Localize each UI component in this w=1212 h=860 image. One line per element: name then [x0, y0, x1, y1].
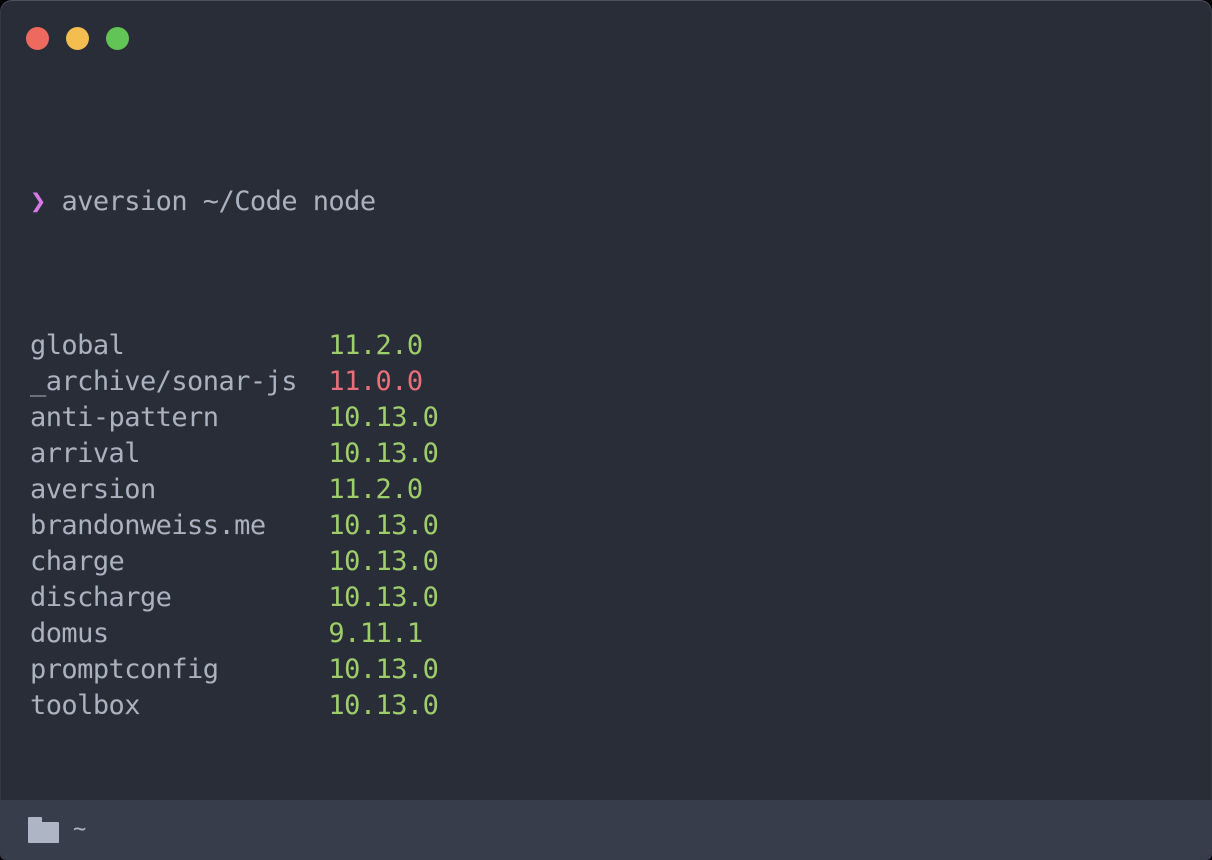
package-name: aversion: [30, 474, 329, 505]
prompt-symbol-icon: ❯: [30, 186, 46, 217]
node-version-row: brandonweiss.me 10.13.0: [30, 508, 1182, 544]
node-version-row: global 11.2.0: [30, 328, 1182, 364]
command-line: ❯ aversion ~/Code node: [30, 184, 1182, 220]
package-version: 10.13.0: [328, 690, 439, 721]
package-name: charge: [30, 546, 329, 577]
package-name: global: [30, 330, 329, 361]
package-name: arrival: [30, 438, 329, 469]
package-name: promptconfig: [30, 654, 329, 685]
node-version-row: aversion 11.2.0: [30, 472, 1182, 508]
package-name: _archive/sonar-js: [30, 366, 329, 397]
package-version: 10.13.0: [328, 438, 439, 469]
package-version: 11.0.0: [328, 366, 423, 397]
package-version: 11.2.0: [328, 474, 423, 505]
package-version: 10.13.0: [328, 582, 439, 613]
node-version-row: charge 10.13.0: [30, 544, 1182, 580]
node-version-row: promptconfig 10.13.0: [30, 652, 1182, 688]
command-text: [46, 186, 62, 217]
status-bar: ~: [0, 800, 1212, 860]
package-version: 11.2.0: [328, 330, 423, 361]
package-name: toolbox: [30, 690, 329, 721]
command-input-echo: aversion ~/Code node: [61, 186, 376, 217]
package-name: anti-pattern: [30, 402, 329, 433]
minimize-window-button[interactable]: [66, 27, 89, 50]
zoom-window-button[interactable]: [106, 27, 129, 50]
node-version-row: discharge 10.13.0: [30, 580, 1182, 616]
package-name: discharge: [30, 582, 329, 613]
close-window-button[interactable]: [26, 27, 49, 50]
node-version-list: global 11.2.0 _archive/sonar-js 11.0.0 ant…: [30, 328, 1182, 724]
folder-icon: [28, 817, 59, 843]
terminal-output-area[interactable]: ❯ aversion ~/Code node global 11.2.0 _arc…: [0, 76, 1212, 800]
package-version: 10.13.0: [328, 546, 439, 577]
window-titlebar[interactable]: [0, 0, 1212, 76]
node-version-row: domus 9.11.1: [30, 616, 1182, 652]
node-version-row: arrival 10.13.0: [30, 436, 1182, 472]
package-version: 10.13.0: [328, 654, 439, 685]
package-name: brandonweiss.me: [30, 510, 329, 541]
package-version: 10.13.0: [328, 402, 439, 433]
package-version: 9.11.1: [328, 618, 423, 649]
package-name: domus: [30, 618, 329, 649]
node-version-row: _archive/sonar-js 11.0.0: [30, 364, 1182, 400]
terminal-window[interactable]: ❯ aversion ~/Code node global 11.2.0 _arc…: [0, 0, 1212, 860]
statusbar-path-label: ~: [73, 817, 86, 842]
package-version: 10.13.0: [328, 510, 439, 541]
node-version-row: toolbox 10.13.0: [30, 688, 1182, 724]
traffic-light-buttons[interactable]: [26, 27, 129, 50]
node-version-row: anti-pattern 10.13.0: [30, 400, 1182, 436]
